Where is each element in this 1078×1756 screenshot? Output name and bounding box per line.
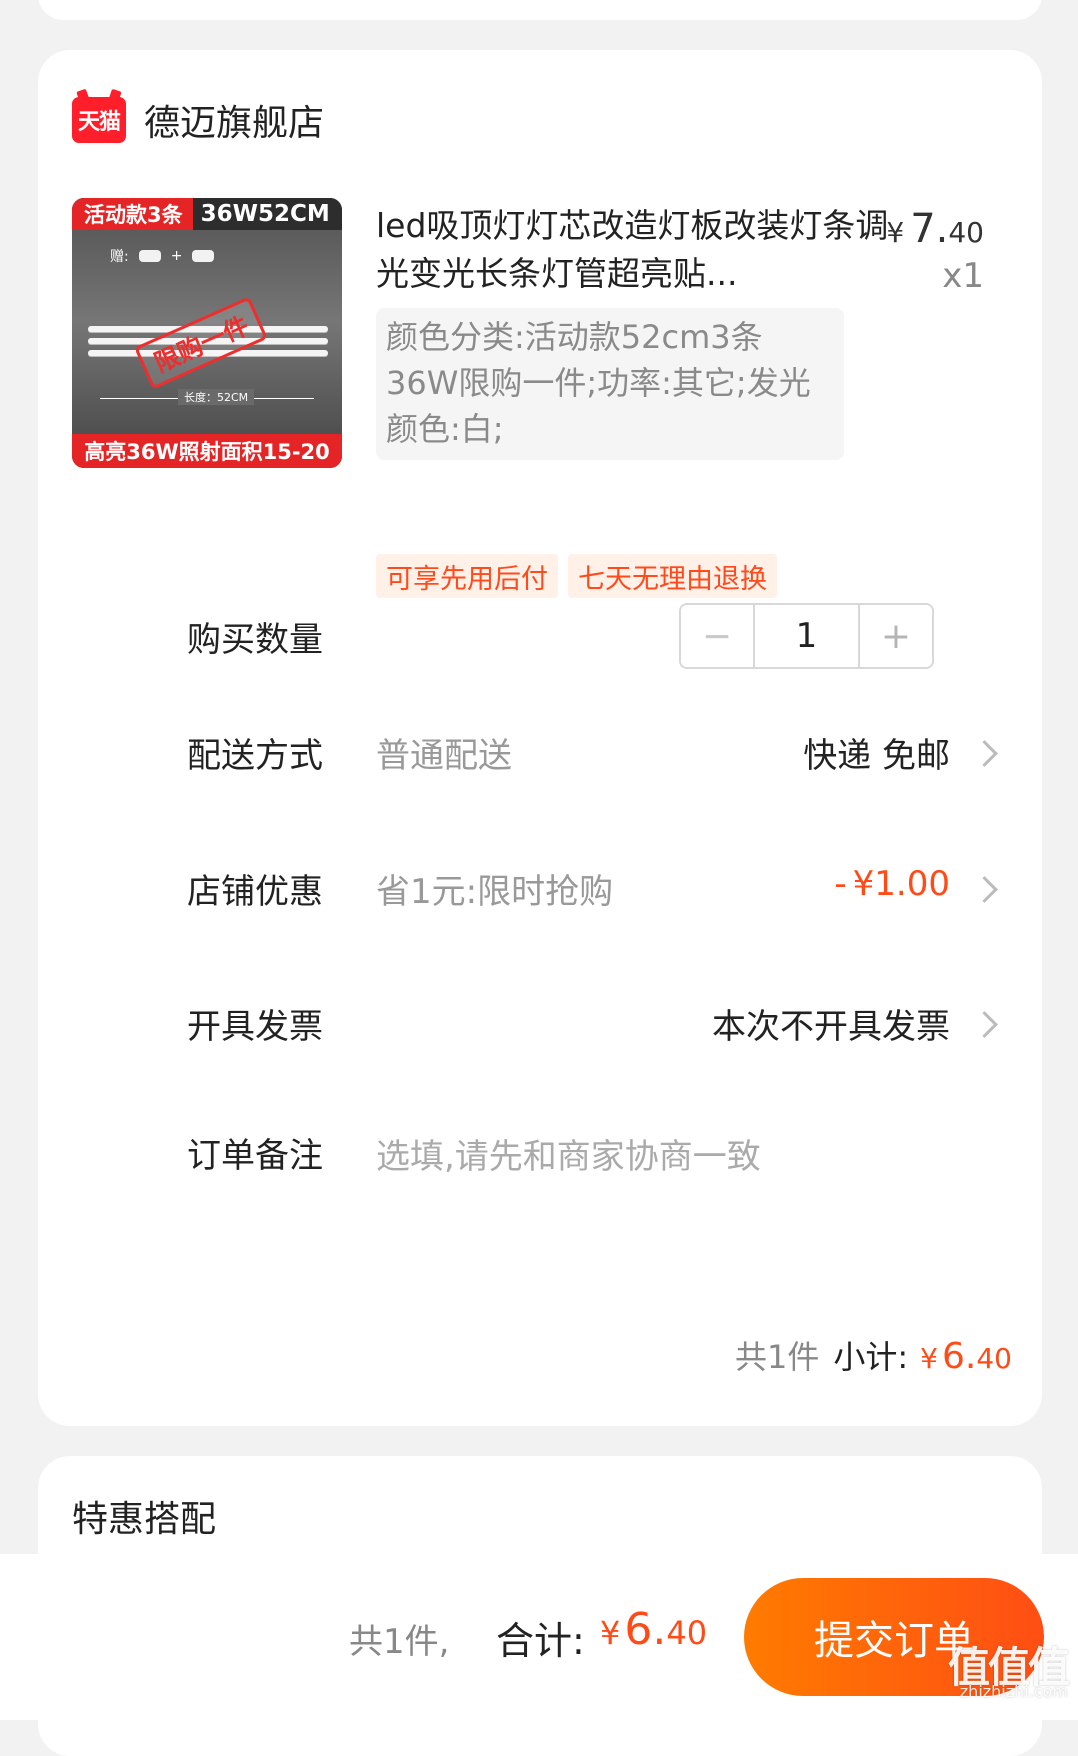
delivery-type: 普通配送 xyxy=(376,736,512,776)
length-marker-label: 长度：52CM xyxy=(178,389,255,405)
invoice-label: 开具发票 xyxy=(187,1007,323,1047)
quantity-minus-button[interactable]: − xyxy=(681,605,755,667)
submit-order-button[interactable]: 提交订单 xyxy=(744,1578,1044,1696)
product-image-gift-line: 赠: + xyxy=(110,246,215,266)
subtotal-decimal: 40 xyxy=(976,1342,1012,1375)
product-sku-box[interactable]: 颜色分类:活动款52cm3条36W限购一件;功率:其它;发光颜色:白; xyxy=(376,308,844,460)
subtotal-integer: 6. xyxy=(942,1336,977,1377)
product-quantity-text: x1 xyxy=(942,256,984,296)
quantity-plus-button[interactable]: + xyxy=(858,605,932,667)
product-image-body: 赠: + 限购一件 长度：52CM xyxy=(72,230,342,434)
service-tag: 可享先用后付 xyxy=(376,554,558,598)
product-title[interactable]: led吸顶灯灯芯改造灯板改装灯条调光变光长条灯管超亮贴... xyxy=(376,202,896,298)
product-price: ¥ 7. 40 xyxy=(886,206,984,252)
product-image-bottom-banner: 高亮36W照射面积15-20 xyxy=(72,434,342,468)
order-remark-label: 订单备注 xyxy=(187,1136,323,1176)
subtotal-label: 小计: xyxy=(833,1338,909,1376)
service-tags: 可享先用后付 七天无理由退换 xyxy=(376,554,777,598)
product-image-gift-label: 赠: xyxy=(110,249,129,265)
checkout-total-currency: ¥ xyxy=(600,1614,621,1652)
chevron-right-icon xyxy=(971,876,998,903)
delivery-value: 快递 免邮 xyxy=(803,736,950,776)
chevron-right-icon xyxy=(971,1011,998,1038)
checkout-item-count: 共1件, xyxy=(349,1622,450,1662)
gift-plus-icon: + xyxy=(170,248,183,264)
discount-amount: ¥1.00 xyxy=(852,864,950,904)
quantity-label: 购买数量 xyxy=(187,620,323,660)
gift-item-icon xyxy=(192,250,215,262)
invoice-value: 本次不开具发票 xyxy=(712,1007,950,1047)
store-order-card: 天猫 德迈旗舰店 活动款3条 36W52CM 赠: + 限购一件 长度：52CM… xyxy=(38,50,1042,1426)
previous-card-edge xyxy=(38,0,1042,20)
tmall-badge-text: 天猫 xyxy=(77,110,121,135)
checkout-total-decimal: 40 xyxy=(666,1614,708,1652)
checkout-total-integer: 6. xyxy=(624,1604,667,1655)
product-image[interactable]: 活动款3条 36W52CM 赠: + 限购一件 长度：52CM 高亮36W照射面… xyxy=(72,198,342,468)
quantity-stepper[interactable]: − 1 + xyxy=(679,603,934,669)
order-remark-input[interactable] xyxy=(376,1130,936,1184)
service-tag: 七天无理由退换 xyxy=(568,554,777,598)
price-decimal: 40 xyxy=(948,216,984,249)
checkout-bar: 共1件, 合计: ¥ 6. 40 提交订单 值值值 zhizhizhi.com xyxy=(0,1554,1078,1720)
store-discount-value: - ¥1.00 xyxy=(834,864,950,904)
quantity-value[interactable]: 1 xyxy=(755,605,858,667)
checkout-total-label: 合计: xyxy=(496,1619,585,1663)
delivery-label: 配送方式 xyxy=(187,736,323,776)
product-image-spec-label: 36W52CM xyxy=(200,201,330,227)
store-header[interactable]: 天猫 德迈旗舰店 xyxy=(72,92,324,148)
gift-item-icon xyxy=(138,250,161,262)
product-image-promo-label: 活动款3条 xyxy=(72,198,193,230)
order-subtotal: 共1件 小计: ¥ 6. 40 xyxy=(735,1332,1012,1378)
store-discount-description: 省1元:限时抢购 xyxy=(376,872,614,912)
store-name[interactable]: 德迈旗舰店 xyxy=(144,94,324,146)
product-image-top-banner: 活动款3条 36W52CM xyxy=(72,198,342,230)
subtotal-currency: ¥ xyxy=(920,1342,938,1375)
checkout-total: ¥ 6. 40 xyxy=(600,1604,707,1655)
store-discount-label: 店铺优惠 xyxy=(187,872,323,912)
tmall-logo-icon: 天猫 xyxy=(72,97,126,143)
special-bundle-title: 特惠搭配 xyxy=(72,1499,217,1540)
subtotal-count: 共1件 xyxy=(735,1338,820,1376)
chevron-right-icon xyxy=(971,740,998,767)
price-integer: 7. xyxy=(910,206,949,252)
price-currency: ¥ xyxy=(886,216,905,249)
product-image-stamp: 限购一件 xyxy=(134,296,268,390)
discount-sign: - xyxy=(834,864,847,904)
